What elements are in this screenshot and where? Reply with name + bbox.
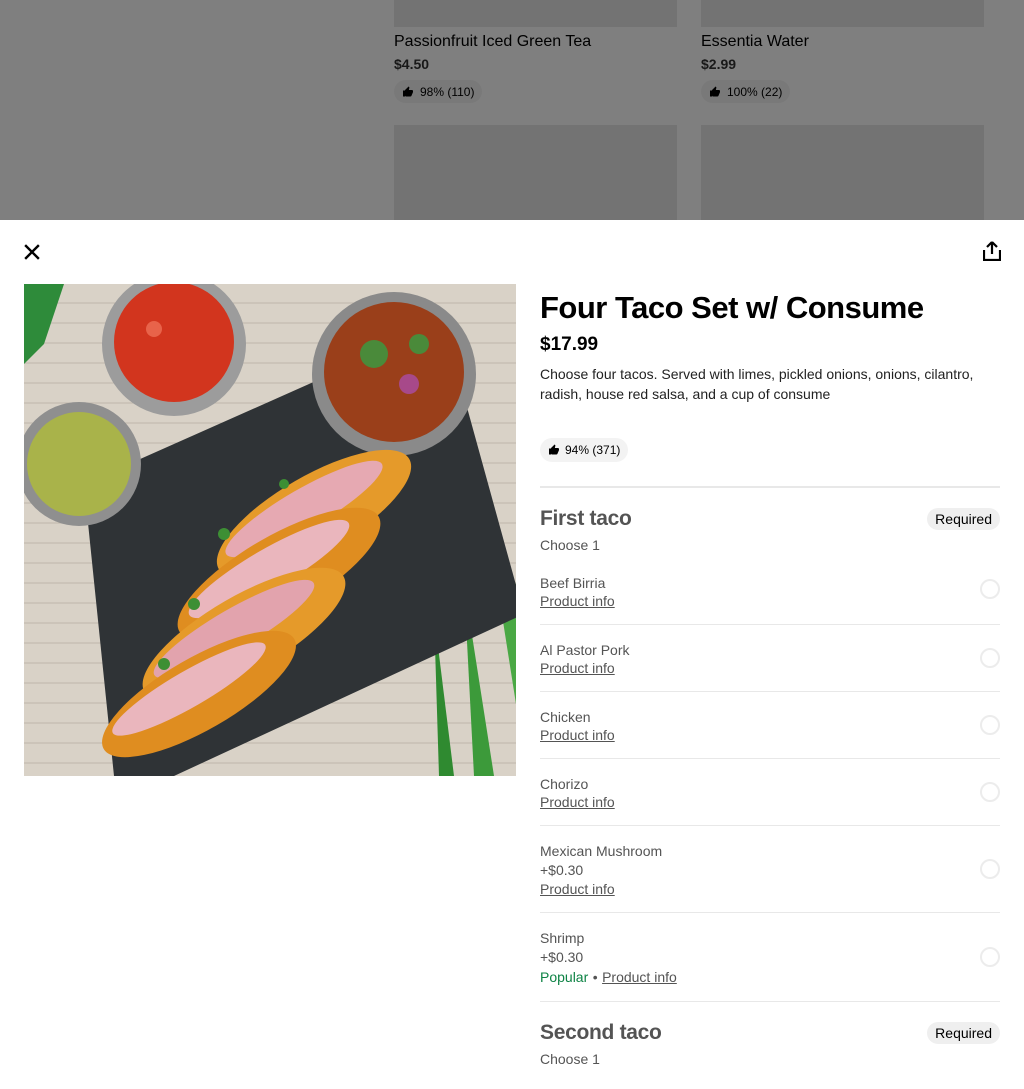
option-name: Shrimp	[540, 930, 585, 946]
product-info-link[interactable]: Product info	[540, 880, 1000, 898]
product-info-link[interactable]: Product info	[540, 659, 1000, 677]
option-group-title: First taco	[540, 507, 632, 530]
option-name: Mexican Mushroom	[540, 843, 663, 859]
product-info-link[interactable]: Product info	[540, 592, 1000, 610]
item-rating: 94% (371)	[540, 438, 629, 462]
rating-text: 94% (371)	[565, 443, 621, 457]
option-radio[interactable]	[980, 782, 1000, 802]
option-price: +$0.30	[540, 949, 584, 965]
option-mexican-mushroom[interactable]: Mexican Mushroom +$0.30 Product info	[540, 826, 1000, 913]
option-chorizo[interactable]: Chorizo Product info	[540, 759, 1000, 826]
option-chicken[interactable]: Chicken Product info	[540, 692, 1000, 759]
tacos-illustration	[24, 284, 516, 776]
option-group-title: Second taco	[540, 1021, 662, 1044]
option-group-header: Second taco Choose 1 Required	[540, 1020, 1000, 1068]
required-badge: Required	[927, 508, 1000, 530]
product-info-link[interactable]: Product info	[540, 726, 1000, 744]
option-group-subtitle: Choose 1	[540, 1051, 600, 1067]
option-al-pastor-pork[interactable]: Al Pastor Pork Product info	[540, 625, 1000, 692]
divider	[540, 486, 1000, 488]
popular-label: Popular	[540, 969, 589, 985]
option-radio[interactable]	[980, 859, 1000, 879]
option-radio[interactable]	[980, 579, 1000, 599]
item-image	[24, 284, 516, 776]
share-button[interactable]	[980, 239, 1004, 263]
option-group-header: First taco Choose 1 Required	[540, 506, 1000, 554]
close-button[interactable]	[20, 240, 44, 264]
item-details: Four Taco Set w/ Consume $17.99 Choose f…	[540, 284, 1000, 1068]
option-name: Chorizo	[540, 776, 589, 792]
separator-dot: •	[592, 969, 598, 985]
thumbs-up-icon	[549, 444, 559, 455]
option-name: Chicken	[540, 709, 591, 725]
product-info-link[interactable]: Product info	[540, 793, 1000, 811]
option-shrimp[interactable]: Shrimp +$0.30 Popular • Product info	[540, 913, 1000, 1002]
option-name: Beef Birria	[540, 575, 606, 591]
item-description: Choose four tacos. Served with limes, pi…	[540, 366, 974, 402]
option-radio[interactable]	[980, 648, 1000, 668]
option-name: Al Pastor Pork	[540, 642, 630, 658]
option-radio[interactable]	[980, 947, 1000, 967]
modal-backdrop[interactable]	[0, 0, 1024, 220]
option-beef-birria[interactable]: Beef Birria Product info	[540, 554, 1000, 625]
item-modal: Four Taco Set w/ Consume $17.99 Choose f…	[0, 220, 1024, 1089]
close-icon	[24, 244, 40, 260]
required-badge: Required	[927, 1022, 1000, 1044]
option-radio[interactable]	[980, 715, 1000, 735]
option-price: +$0.30	[540, 862, 584, 878]
option-group-subtitle: Choose 1	[540, 537, 600, 553]
item-price: $17.99	[540, 334, 599, 355]
share-icon	[983, 241, 1001, 261]
product-info-link[interactable]: Product info	[602, 969, 677, 985]
item-title: Four Taco Set w/ Consume	[540, 290, 924, 325]
